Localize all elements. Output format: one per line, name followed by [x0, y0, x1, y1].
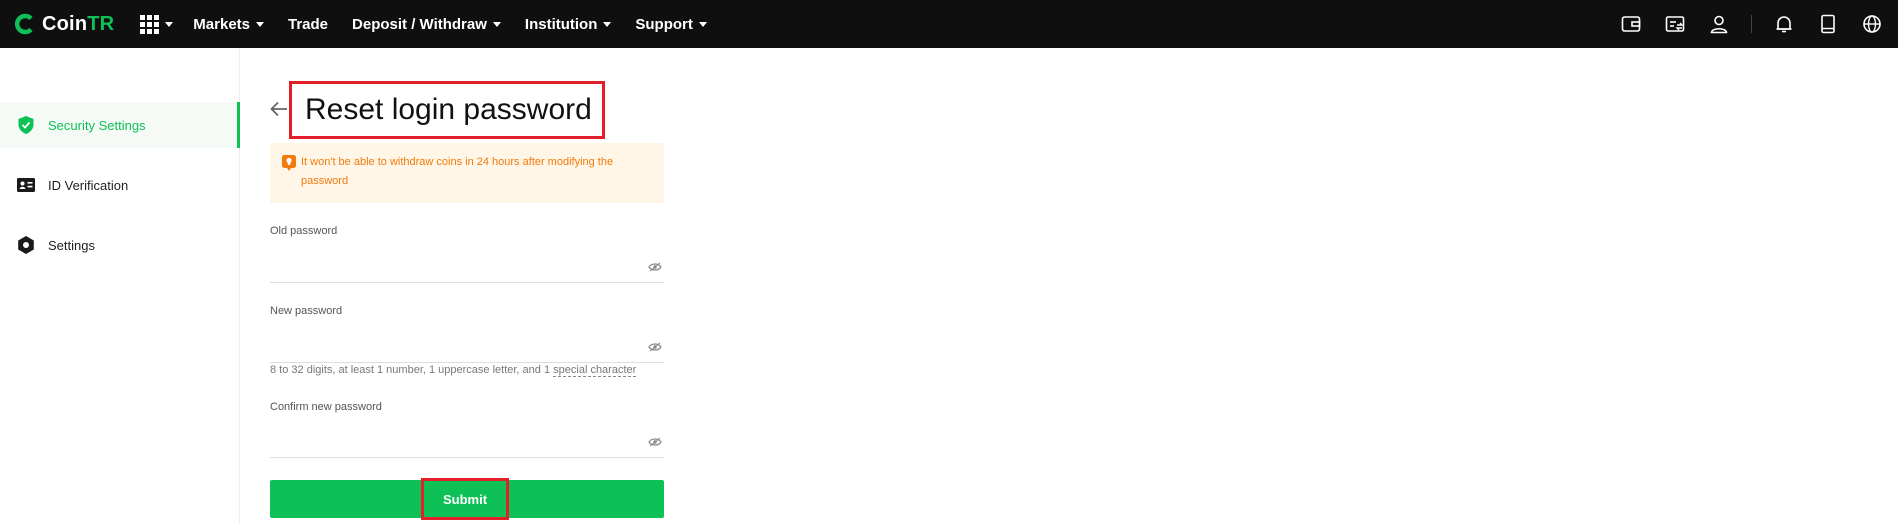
special-character-link[interactable]: special character	[553, 364, 637, 377]
cointr-logo[interactable]: CoinTR	[14, 0, 114, 48]
confirm-password-field-wrapper	[270, 422, 664, 458]
confirm-password-input[interactable]	[270, 422, 630, 456]
cointr-logo-icon	[15, 13, 33, 35]
settings-sidebar: Security Settings ID Verification Settin…	[0, 48, 240, 523]
old-password-label: Old password	[270, 225, 338, 237]
sidebar-item-id-verification[interactable]: ID Verification	[0, 162, 240, 208]
top-nav-bar: CoinTR Markets Trade Deposit / Withdraw …	[0, 0, 1898, 48]
hide-password-eye-icon[interactable]	[648, 437, 662, 447]
hide-password-eye-icon[interactable]	[648, 262, 662, 272]
nav-markets[interactable]: Markets	[193, 16, 264, 33]
user-icon[interactable]	[1707, 12, 1731, 36]
sidebar-item-settings[interactable]: Settings	[0, 222, 240, 268]
nav-right-icons	[1599, 0, 1884, 48]
gear-icon	[16, 235, 36, 255]
chevron-down-icon	[165, 21, 174, 27]
globe-icon[interactable]	[1860, 12, 1884, 36]
page-title: Reset login password	[305, 93, 592, 126]
orders-icon[interactable]	[1663, 12, 1687, 36]
withdraw-warning-notice: It won't be able to withdraw coins in 24…	[270, 143, 664, 203]
nav-divider	[1751, 15, 1752, 33]
confirm-password-label: Confirm new password	[270, 401, 382, 413]
nav-institution[interactable]: Institution	[525, 16, 612, 33]
logo-text: CoinTR	[42, 12, 115, 35]
sidebar-item-label: ID Verification	[48, 177, 129, 193]
nav-trade[interactable]: Trade	[288, 16, 328, 33]
new-password-input[interactable]	[270, 327, 630, 361]
nav-support[interactable]: Support	[635, 16, 707, 33]
sidebar-item-label: Settings	[48, 237, 95, 253]
main-nav: Markets Trade Deposit / Withdraw Institu…	[193, 16, 731, 33]
nav-deposit-withdraw[interactable]: Deposit / Withdraw	[352, 16, 501, 33]
sidebar-item-label: Security Settings	[48, 117, 146, 133]
old-password-input[interactable]	[270, 247, 630, 281]
new-password-field-wrapper	[270, 327, 664, 363]
warning-lightbulb-icon	[282, 155, 296, 171]
wallet-icon[interactable]	[1619, 12, 1643, 36]
sidebar-item-security-settings[interactable]: Security Settings	[0, 102, 240, 148]
chevron-down-icon	[698, 21, 707, 27]
shield-icon	[16, 115, 36, 135]
apps-menu-button[interactable]	[140, 14, 174, 34]
submit-button-label: Submit	[442, 491, 488, 507]
old-password-field-wrapper	[270, 247, 664, 283]
mobile-app-icon[interactable]	[1816, 12, 1840, 36]
id-card-icon	[16, 175, 36, 195]
password-requirements-hint: 8 to 32 digits, at least 1 number, 1 upp…	[270, 364, 637, 377]
chevron-down-icon	[256, 21, 264, 27]
apps-grid-icon	[140, 14, 160, 34]
back-arrow-icon[interactable]	[268, 98, 290, 120]
chevron-down-icon	[492, 21, 501, 27]
hide-password-eye-icon[interactable]	[648, 342, 662, 352]
notice-text: It won't be able to withdraw coins in 24…	[301, 156, 614, 187]
submit-button-label-highlight[interactable]: Submit	[421, 478, 509, 520]
chevron-down-icon	[603, 21, 612, 27]
bell-icon[interactable]	[1772, 12, 1796, 36]
page-title-highlight: Reset login password	[289, 81, 605, 139]
new-password-label: New password	[270, 305, 343, 317]
